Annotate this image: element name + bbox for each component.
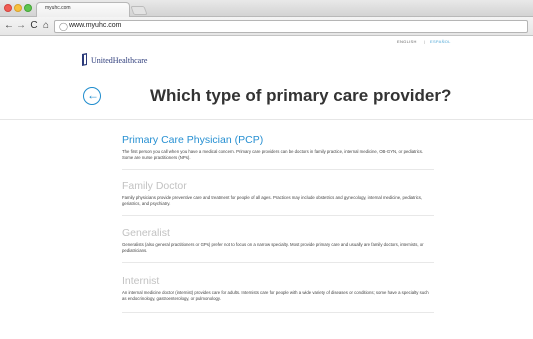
tab-strip: myuhc.com xyxy=(0,0,533,17)
option-title[interactable]: Primary Care Physician (PCP) xyxy=(122,134,263,146)
utility-bar: ENGLISH | ESPAÑOL xyxy=(0,37,533,46)
logo-text: UnitedHealthcare xyxy=(91,56,148,65)
tab-title: myuhc.com xyxy=(45,5,71,11)
address-text[interactable]: www.myuhc.com xyxy=(69,22,122,29)
new-tab-button[interactable] xyxy=(130,6,148,15)
logo-mark-icon xyxy=(82,53,87,66)
browser-toolbar: ← → C ⌂ ◯ www.myuhc.com xyxy=(0,17,533,36)
reload-icon[interactable]: C xyxy=(28,19,40,33)
home-icon[interactable]: ⌂ xyxy=(40,19,52,33)
option-title[interactable]: Family Doctor xyxy=(122,180,187,192)
browser-window: myuhc.com ← → C ⌂ ◯ www.myuhc.com ENGLIS… xyxy=(0,0,533,339)
page-header: ← Which type of primary care provider? xyxy=(0,79,533,120)
option-primary-care-physician[interactable]: Primary Care Physician (PCP) The first p… xyxy=(122,134,434,170)
option-family-doctor[interactable]: Family Doctor Family physicians provide … xyxy=(122,180,434,216)
language-spanish-link[interactable]: ESPAÑOL xyxy=(430,39,451,44)
browser-tab[interactable]: myuhc.com xyxy=(36,2,130,17)
back-button[interactable]: ← xyxy=(83,87,101,105)
close-window-button[interactable] xyxy=(4,4,12,12)
globe-icon: ◯ xyxy=(59,22,68,31)
back-icon[interactable]: ← xyxy=(3,19,15,33)
option-description: The first person you call when you have … xyxy=(122,149,424,160)
option-generalist[interactable]: Generalist Generalists (also general pra… xyxy=(122,227,434,263)
option-description: An internal medicine doctor (internist) … xyxy=(122,290,429,301)
address-bar[interactable]: ◯ www.myuhc.com xyxy=(54,20,528,33)
zoom-window-button[interactable] xyxy=(24,4,32,12)
option-title[interactable]: Internist xyxy=(122,275,159,287)
language-english-link[interactable]: ENGLISH xyxy=(397,39,417,44)
language-separator: | xyxy=(424,39,426,44)
page-title: Which type of primary care provider? xyxy=(150,86,452,105)
arrow-left-icon: ← xyxy=(87,88,99,102)
web-page: ENGLISH | ESPAÑOL UnitedHealthcare ← Whi… xyxy=(0,37,533,339)
option-internist[interactable]: Internist An internal medicine doctor (i… xyxy=(122,275,434,313)
option-title[interactable]: Generalist xyxy=(122,227,170,239)
option-description: Generalists (also general practitioners … xyxy=(122,242,424,253)
minimize-window-button[interactable] xyxy=(14,4,22,12)
forward-icon[interactable]: → xyxy=(15,19,27,33)
option-description: Family physicians provide preventive car… xyxy=(122,195,423,206)
